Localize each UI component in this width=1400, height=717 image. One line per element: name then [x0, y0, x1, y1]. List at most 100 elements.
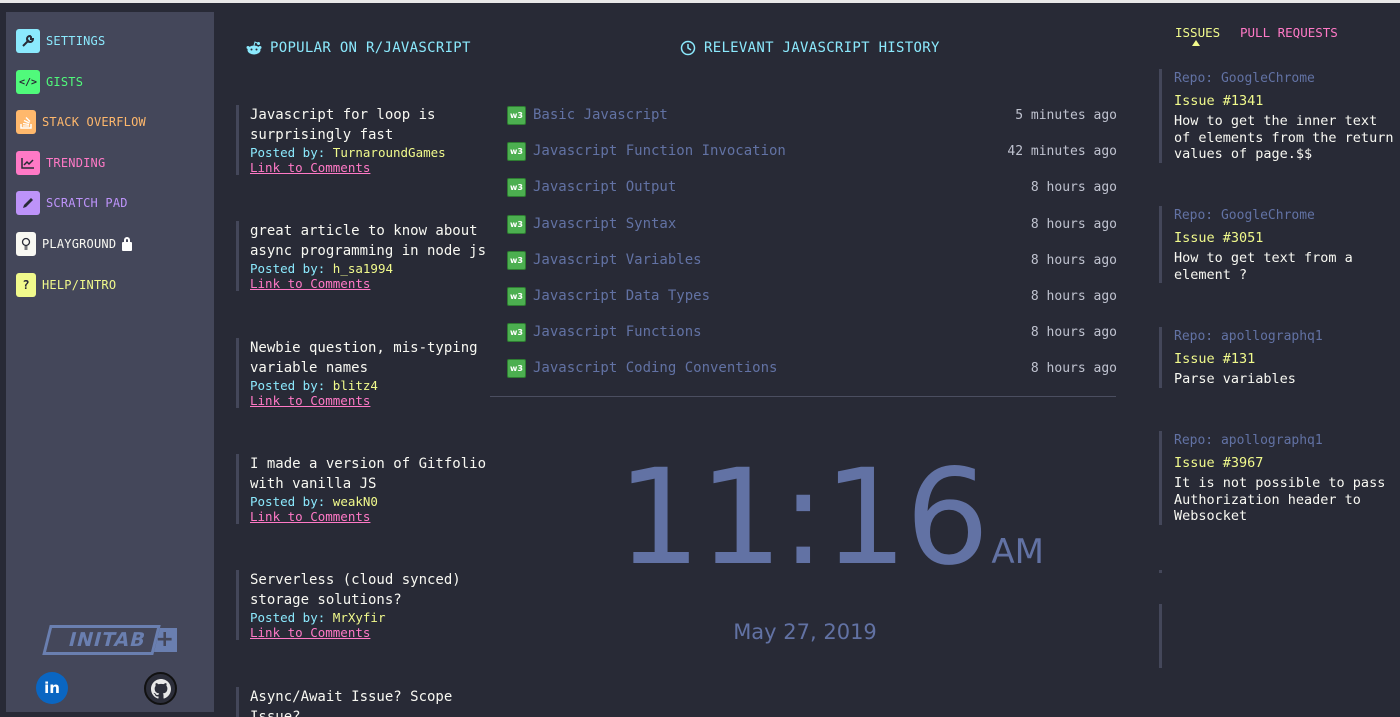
pencil-icon: [16, 191, 40, 215]
bulb-icon: [16, 232, 36, 256]
post-title: I made a version of Gitfolio with vanill…: [250, 456, 487, 492]
logo-text: INITAB: [42, 625, 161, 655]
issue-item[interactable]: Repo: GoogleChrome Issue #3051 How to ge…: [1159, 206, 1399, 283]
sidebar-item-settings[interactable]: SETTINGS: [16, 28, 105, 54]
history-title: Javascript Variables: [533, 252, 702, 268]
clock-ampm: AM: [991, 532, 1044, 572]
history-divider: [490, 396, 1116, 397]
comments-link[interactable]: Link to Comments: [250, 393, 486, 408]
history-item[interactable]: w3 Javascript Output 8 hours ago: [507, 177, 1117, 197]
history-item[interactable]: w3 Javascript Variables 8 hours ago: [507, 250, 1117, 270]
history-item[interactable]: w3 Javascript Data Types 8 hours ago: [507, 286, 1117, 306]
comments-link[interactable]: Link to Comments: [250, 625, 486, 640]
issue-number: Issue #1341: [1174, 93, 1264, 109]
issue-item[interactable]: Repo: apollographq1 Issue #131 Parse var…: [1159, 327, 1399, 388]
history-time: 8 hours ago: [1030, 216, 1117, 232]
linkedin-icon[interactable]: in: [36, 672, 68, 704]
w3schools-icon: w3: [507, 250, 526, 270]
issue-number: Issue #3967: [1174, 455, 1264, 471]
post-title: Serverless (cloud synced) storage soluti…: [250, 572, 461, 608]
comments-link[interactable]: Link to Comments: [250, 276, 486, 291]
history-item[interactable]: w3 Javascript Coding Conventions 8 hours a…: [507, 358, 1117, 378]
issue-title: It is not possible to pass Authorization…: [1174, 475, 1386, 524]
history-item[interactable]: w3 Javascript Function Invocation 42 minut…: [507, 141, 1117, 161]
w3schools-icon: w3: [507, 322, 526, 342]
issue-repo: Repo: GoogleChrome: [1174, 208, 1315, 223]
history-time: 8 hours ago: [1030, 324, 1117, 340]
reddit-post: great article to know about async progra…: [236, 221, 486, 291]
post-author: MrXyfir: [332, 610, 386, 625]
active-tab-caret-icon: [1192, 40, 1200, 46]
reddit-post: I made a version of Gitfolio with vanill…: [236, 454, 486, 524]
post-meta: Posted by: MrXyfir: [250, 610, 486, 625]
w3schools-icon: w3: [507, 141, 526, 161]
sidebar-item-label: TRENDING: [46, 156, 106, 170]
history-time: 42 minutes ago: [1007, 143, 1117, 159]
history-title: Javascript Functions: [533, 324, 702, 340]
sidebar-item-label: PLAYGROUND: [42, 237, 117, 251]
issue-number: Issue #131: [1174, 351, 1256, 367]
w3schools-icon: w3: [507, 358, 526, 378]
post-meta: Posted by: weakN0: [250, 494, 486, 509]
w3schools-icon: w3: [507, 214, 526, 234]
post-author: h_sa1994: [332, 261, 394, 276]
reddit-post: Async/Await Issue? Scope Issue?: [236, 687, 506, 717]
w3schools-icon: w3: [507, 177, 526, 197]
question-icon: ?: [16, 273, 36, 297]
clock: 11:16 AM: [617, 452, 1044, 584]
sidebar-item-label: GISTS: [46, 75, 84, 89]
issue-item[interactable]: Repo: apollographq1 Issue #3967 It is no…: [1159, 431, 1399, 525]
chart-icon: [16, 151, 40, 175]
post-meta: Posted by: blitz4: [250, 378, 486, 393]
sidebar-item-gists[interactable]: </> GISTS: [16, 69, 83, 95]
sidebar-item-label: STACK OVERFLOW: [42, 115, 146, 129]
issue-number: Issue #3051: [1174, 230, 1264, 246]
sidebar: SETTINGS </> GISTS STACK OVERFLOW TRENDI…: [6, 12, 214, 712]
posted-by-label: Posted by:: [250, 261, 326, 276]
post-author: TurnaroundGames: [332, 145, 446, 160]
stack-overflow-icon: [16, 110, 36, 134]
sidebar-item-stack-overflow[interactable]: STACK OVERFLOW: [16, 109, 146, 135]
history-time: 5 minutes ago: [1015, 107, 1117, 123]
sidebar-item-playground[interactable]: PLAYGROUND: [16, 231, 133, 257]
reddit-post: Newbie question, mis-typing variable nam…: [236, 338, 486, 408]
history-time: 8 hours ago: [1030, 179, 1117, 195]
history-title: Basic Javascript: [533, 107, 668, 123]
clock-time: 11:16: [617, 441, 989, 595]
issue-placeholder: [1159, 604, 1162, 668]
clock-icon: [680, 40, 696, 56]
w3schools-icon: w3: [507, 286, 526, 306]
initab-logo: INITAB +: [42, 622, 180, 658]
top-border: [0, 0, 1400, 3]
post-title: Async/Await Issue? Scope Issue?: [250, 689, 453, 717]
code-icon: </>: [16, 70, 40, 94]
history-item[interactable]: w3 Javascript Functions 8 hours ago: [507, 322, 1117, 342]
history-item[interactable]: w3 Javascript Syntax 8 hours ago: [507, 214, 1117, 234]
tab-pull-requests[interactable]: PULL REQUESTS: [1240, 25, 1338, 40]
history-item[interactable]: w3 Basic Javascript 5 minutes ago: [507, 105, 1117, 125]
sidebar-item-trending[interactable]: TRENDING: [16, 150, 105, 176]
sidebar-item-label: HELP/INTRO: [42, 278, 117, 292]
w3schools-icon: w3: [507, 105, 526, 125]
reddit-post: Serverless (cloud synced) storage soluti…: [236, 570, 486, 640]
comments-link[interactable]: Link to Comments: [250, 509, 486, 524]
post-author: blitz4: [332, 378, 378, 393]
issue-item[interactable]: Repo: GoogleChrome Issue #1341 How to ge…: [1159, 69, 1399, 163]
issue-repo: Repo: apollographq1: [1174, 329, 1323, 344]
sidebar-item-help[interactable]: ? HELP/INTRO: [16, 272, 116, 298]
history-title: Javascript Coding Conventions: [533, 360, 778, 376]
history-title: Javascript Output: [533, 179, 677, 195]
history-title: Javascript Syntax: [533, 216, 677, 232]
reddit-heading-text: POPULAR ON R/JAVASCRIPT: [270, 40, 471, 56]
history-time: 8 hours ago: [1030, 252, 1117, 268]
comments-link[interactable]: Link to Comments: [250, 160, 486, 175]
history-time: 8 hours ago: [1030, 360, 1117, 376]
tab-issues[interactable]: ISSUES: [1175, 25, 1220, 40]
issue-title: How to get text from a element ?: [1174, 250, 1353, 283]
sidebar-item-scratch-pad[interactable]: SCRATCH PAD: [16, 190, 128, 216]
reddit-icon: [246, 41, 262, 55]
posted-by-label: Posted by:: [250, 145, 326, 160]
posted-by-label: Posted by:: [250, 378, 326, 393]
github-icon[interactable]: [144, 672, 177, 705]
issue-title: Parse variables: [1174, 371, 1296, 387]
